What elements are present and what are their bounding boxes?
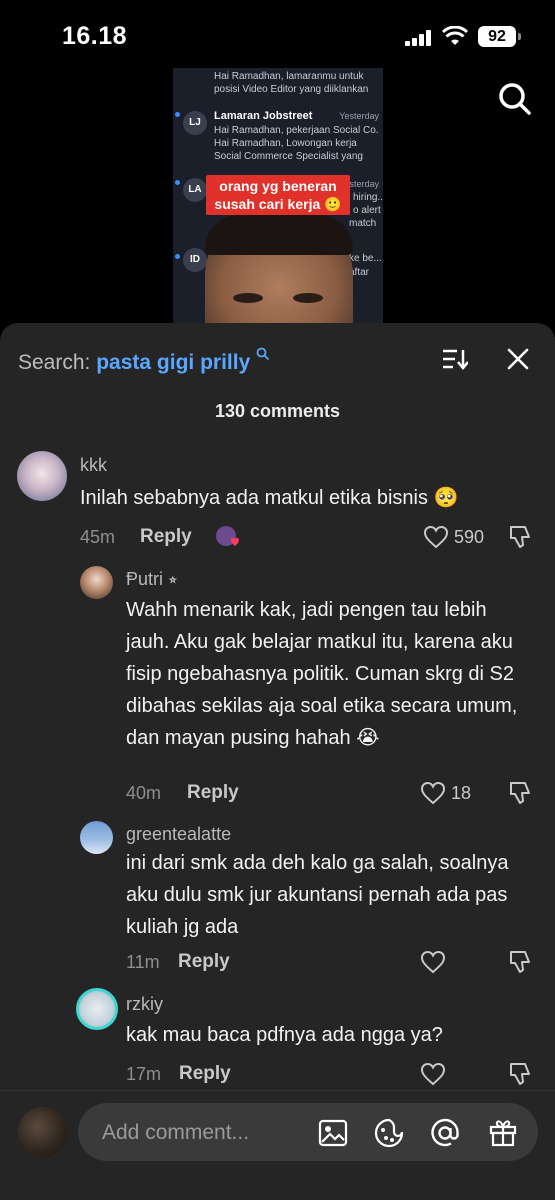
dislike-icon[interactable] (507, 949, 533, 975)
comment-text: Wahh menarik kak, jadi pengen tau lebih … (126, 599, 518, 749)
dislike-icon[interactable] (507, 524, 533, 550)
mention-icon[interactable] (430, 1118, 460, 1148)
comment-text: kak mau baca pdfnya ada ngga ya? (126, 1024, 443, 1046)
search-icon[interactable] (498, 82, 532, 116)
like-count: 18 (451, 783, 472, 803)
search-suggestion[interactable]: Search: pasta gigi prilly (18, 347, 270, 375)
my-avatar[interactable] (18, 1107, 68, 1157)
creator-liked-icon (216, 526, 239, 546)
image-icon[interactable] (318, 1118, 348, 1148)
dislike-icon[interactable] (507, 780, 533, 806)
sticker-icon[interactable] (374, 1118, 404, 1148)
avatar[interactable] (17, 451, 67, 501)
search-label: Search: (18, 351, 91, 374)
like-heart-icon[interactable] (420, 950, 446, 974)
video-caption: orang yg beneran susah cari kerja 🙂 (206, 175, 350, 215)
like-heart-icon[interactable] (420, 781, 446, 805)
comment-time: 17m (126, 1064, 162, 1084)
battery-indicator: 92 (478, 26, 521, 47)
like-heart-icon[interactable] (420, 1062, 446, 1086)
dislike-icon[interactable] (507, 1061, 533, 1087)
search-small-icon (256, 347, 270, 361)
avatar[interactable] (80, 566, 113, 599)
comment-time: 11m (126, 952, 160, 972)
avatar[interactable] (80, 821, 113, 854)
comment-username[interactable]: kkk (80, 455, 107, 476)
comment-username[interactable]: Ᵽutri ⭒ (126, 569, 178, 590)
reply-button[interactable]: Reply (140, 526, 192, 548)
comment-count: 130 comments (214, 401, 341, 421)
status-bar: 16.18 92 (0, 0, 555, 70)
comment-text: ini dari smk ada deh kalo ga salah, soal… (126, 852, 509, 938)
comment-username[interactable]: greentealatte (126, 824, 231, 845)
comment-time: 45m (80, 527, 116, 547)
add-comment-placeholder: Add comment... (102, 1121, 250, 1144)
comment-username[interactable]: rzkiy (126, 994, 163, 1015)
cellular-signal-icon (405, 30, 433, 46)
sort-icon[interactable] (442, 348, 468, 370)
reply-button[interactable]: Reply (178, 951, 230, 973)
search-query-link[interactable]: pasta gigi prilly (96, 351, 250, 374)
wifi-icon (442, 26, 468, 45)
video-person-face (205, 215, 353, 335)
close-icon[interactable] (506, 347, 530, 371)
comment-time: 40m (126, 783, 162, 803)
add-comment-input[interactable]: Add comment... (78, 1103, 538, 1161)
comment-composer-bar: Add comment... (0, 1090, 555, 1200)
like-count: 590 (454, 527, 485, 547)
gift-icon[interactable] (488, 1118, 518, 1148)
comment-text: Inilah sebabnya ada matkul etika bisnis … (80, 487, 459, 509)
reply-button[interactable]: Reply (179, 1063, 231, 1085)
like-heart-icon[interactable] (423, 525, 449, 549)
reply-button[interactable]: Reply (187, 782, 239, 804)
avatar[interactable] (76, 988, 118, 1030)
clock: 16.18 (62, 22, 128, 50)
